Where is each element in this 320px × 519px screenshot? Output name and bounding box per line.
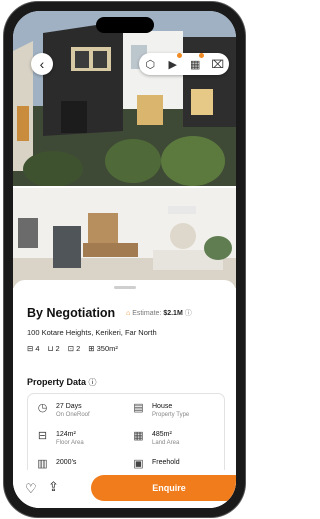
clock-icon: ◷ (37, 402, 48, 414)
property-data-item: ▥ 2000's (36, 458, 76, 470)
media-toolbar: ⬡ ▶ ▦ ⌧ (139, 53, 229, 75)
enquire-button[interactable]: Enquire (91, 475, 236, 501)
land-size: ⊞ 350m² (88, 344, 118, 353)
bedrooms: ⊟ 4 (27, 344, 40, 353)
estimate-label: Estimate: (132, 310, 162, 317)
land-size-value: 350m² (96, 344, 118, 353)
bath-icon: ⊔ (47, 344, 54, 353)
listing-features: ⊟ 4 ⊔ 2 ⊡ 2 ⊞ 350m² (27, 344, 118, 353)
heart-icon[interactable]: ♡ (25, 481, 37, 497)
bed-icon: ⊟ (27, 344, 34, 353)
carparks: ⊡ 2 (68, 344, 81, 353)
3d-cube-icon[interactable]: ⬡ (143, 57, 157, 71)
listing-address: 100 Kotare Heights, Kerikeri, Far North (27, 328, 157, 337)
floor-area: 124m² (56, 431, 76, 438)
carpark-count: 2 (76, 344, 81, 353)
listing-photo-interior[interactable] (13, 188, 236, 288)
exterior-illustration (13, 11, 236, 186)
property-data-title: Property Data ⓘ (27, 377, 97, 388)
bottom-action-bar: ♡ ⇪ Enquire (13, 470, 236, 508)
bathrooms: ⊔ 2 (48, 344, 60, 353)
floorplan-icon[interactable]: ▦ (188, 53, 205, 71)
property-data-item: ⊟ 124m² Floor Area (36, 430, 84, 448)
days-on-market: 27 Days (56, 403, 82, 410)
bathroom-count: 2 (55, 344, 60, 353)
land-area-icon: ▦ (133, 430, 144, 442)
property-data-item: ▣ Freehold (132, 458, 180, 470)
notification-dot (199, 53, 205, 58)
land-area-label: Land Area (152, 440, 180, 446)
land-area: 485m² (152, 431, 172, 438)
dynamic-island (95, 17, 154, 33)
listing-photo-exterior[interactable] (13, 11, 236, 186)
estimate-value: $2.1M (163, 310, 183, 317)
back-arrow-icon: ‹ (39, 56, 45, 72)
building-icon: ▤ (133, 402, 144, 414)
property-data-item: ▦ 485m² Land Area (132, 430, 179, 448)
notification-dot (176, 53, 182, 58)
video-icon[interactable]: ▶ (166, 53, 182, 71)
sheet-drag-handle[interactable] (113, 286, 136, 289)
property-type-label: Property Type (152, 412, 190, 418)
estimate-info[interactable]: ⌂ Estimate: $2.1M ⓘ (126, 308, 192, 318)
property-data-card: ◷ 27 Days On OneRoof ▤ House Property Type… (27, 393, 225, 480)
home-icon: ⌂ (126, 310, 131, 317)
property-data-item: ▤ House Property Type (132, 402, 189, 420)
interior-illustration (13, 188, 236, 288)
listing-price: By Negotiation (27, 306, 116, 320)
calendar-icon: ▥ (37, 458, 48, 470)
phone-screen: ‹ ⬡ ▶ ▦ ⌧ By Negotiation ⌂ Estimate: $2.… (13, 11, 236, 508)
bedroom-count: 4 (35, 344, 40, 353)
property-type: House (152, 403, 173, 410)
land-icon: ⊞ (88, 344, 95, 353)
floor-area-icon: ⊟ (37, 430, 48, 442)
property-data-item: ◷ 27 Days On OneRoof (36, 402, 90, 420)
phone-frame: ‹ ⬡ ▶ ▦ ⌧ By Negotiation ⌂ Estimate: $2.… (4, 2, 245, 517)
map-icon[interactable]: ⌧ (211, 57, 225, 71)
floor-area-label: Floor Area (56, 440, 84, 446)
property-data-heading: Property Data (27, 377, 87, 387)
share-icon[interactable]: ⇪ (48, 479, 59, 495)
info-icon[interactable]: ⓘ (89, 378, 97, 387)
title-document-icon: ▣ (133, 458, 144, 470)
title-type: Freehold (152, 459, 180, 466)
car-icon: ⊡ (67, 344, 74, 353)
decade-built: 2000's (56, 459, 77, 466)
info-icon: ⓘ (184, 310, 192, 317)
back-button[interactable]: ‹ (31, 53, 53, 75)
days-on-market-label: On OneRoof (56, 412, 90, 418)
